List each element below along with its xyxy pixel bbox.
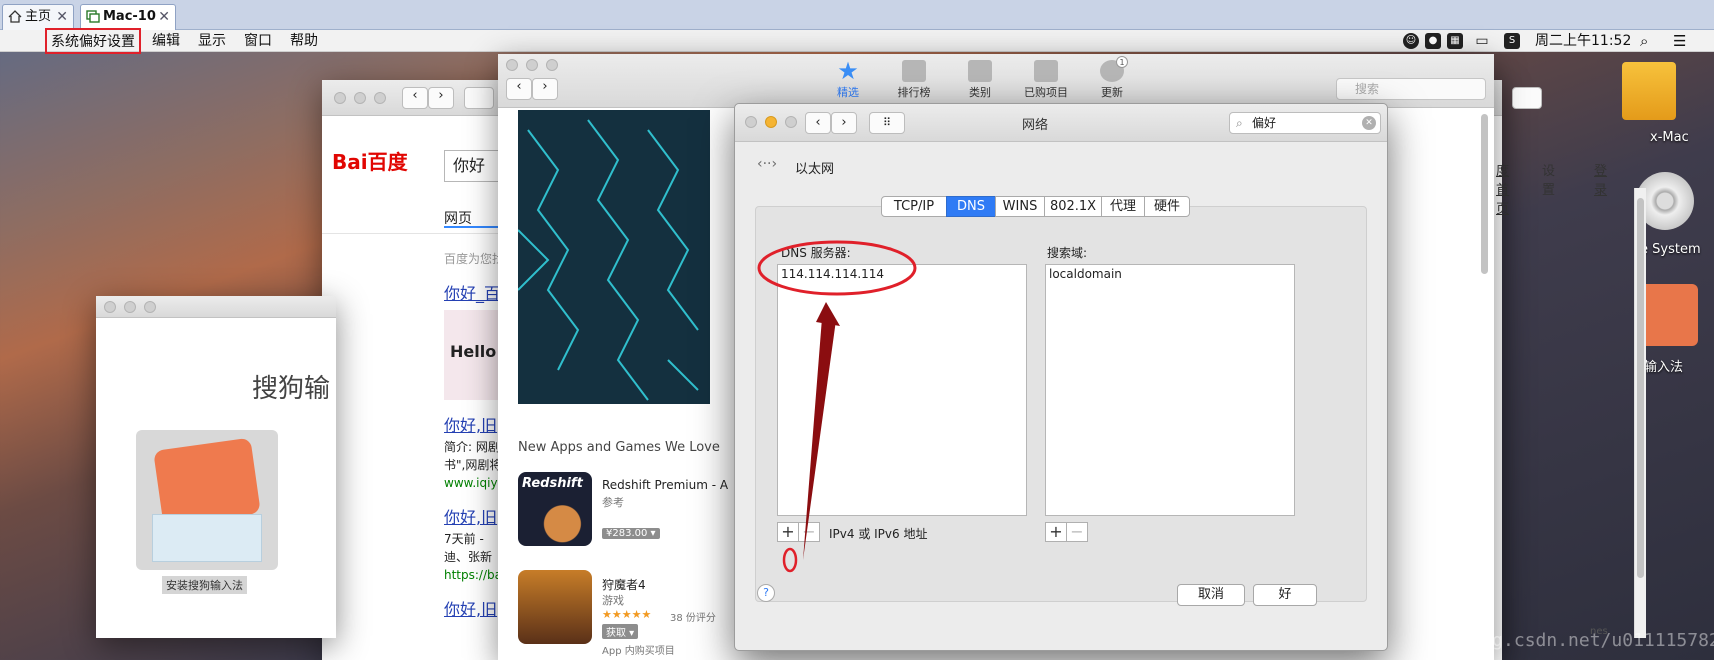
annotation-overlay <box>757 240 917 573</box>
arrow-head <box>816 302 840 326</box>
highlight-ellipse <box>757 240 917 296</box>
arrow-shaft <box>803 318 836 560</box>
watermark: //blog.csdn.net/u011115782 <box>1438 630 1714 651</box>
highlight-ellipse-small <box>782 547 798 573</box>
